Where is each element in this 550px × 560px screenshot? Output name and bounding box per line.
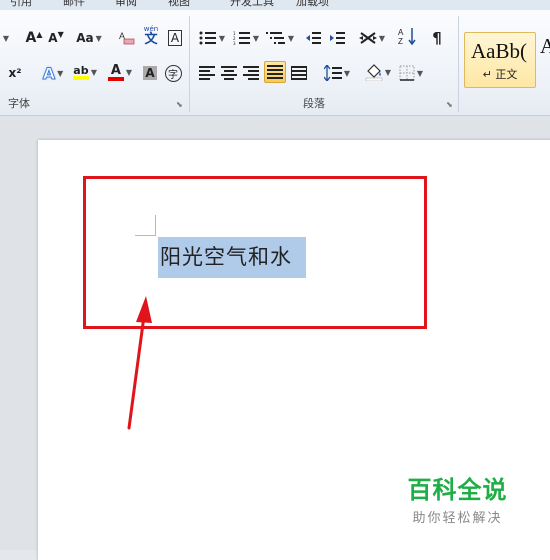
shading-button[interactable]: ▼ xyxy=(364,62,392,82)
watermark: 百科全说 助你轻松解决 xyxy=(405,470,510,526)
highlighter-icon: ab xyxy=(72,65,89,80)
clear-format-button[interactable]: A xyxy=(118,28,136,48)
numbering-button[interactable]: 1 2 3 ▼ xyxy=(232,28,260,48)
sort-button[interactable]: AZ xyxy=(396,26,418,46)
border-icon xyxy=(399,65,415,81)
text-effect-button[interactable]: A ▼ xyxy=(40,63,66,83)
char-shading-button[interactable]: A xyxy=(141,63,159,83)
show-marks-button[interactable]: ¶ xyxy=(428,28,446,48)
font-color-button[interactable]: A ▼ xyxy=(107,62,133,82)
font-group: ▼ A ▲ A ▼ Aa ▼ A wén 文 A x² A ▼ ab ▼ A ▼… xyxy=(0,10,189,115)
char-border-button[interactable]: A xyxy=(166,28,184,48)
grow-font-button[interactable]: A ▲ xyxy=(24,28,44,48)
watermark-title: 百科全说 xyxy=(407,476,508,504)
font-color-icon: A xyxy=(107,64,124,81)
ribbon: ▼ A ▲ A ▼ Aa ▼ A wén 文 A x² A ▼ ab ▼ A ▼… xyxy=(0,10,550,116)
group-divider xyxy=(458,16,459,112)
paragraph-group: ▼ 1 2 3 ▼ ▼ ▼ AZ ¶ ▼ ▼ ▼ 段落 ⬊ xyxy=(190,10,458,115)
paragraph-group-label: 段落 xyxy=(303,97,325,110)
tab-references[interactable]: 引用 xyxy=(10,0,32,9)
text-effect-icon: A xyxy=(42,63,56,83)
justify-icon xyxy=(267,65,283,79)
char-shading-icon: A xyxy=(143,66,157,80)
tab-view[interactable]: 视图 xyxy=(168,0,190,9)
pinyin-char: 文 xyxy=(144,32,158,47)
superscript-icon: x² xyxy=(8,66,22,80)
chevron-down-icon: ▼ xyxy=(2,33,10,43)
decrease-indent-button[interactable] xyxy=(303,28,323,48)
tab-review[interactable]: 审阅 xyxy=(115,0,137,9)
superscript-button[interactable]: x² xyxy=(6,63,24,83)
font-group-label: 字体 xyxy=(8,97,30,110)
annotation-highlight-box xyxy=(83,176,427,329)
paint-bucket-icon xyxy=(365,64,383,81)
align-center-button[interactable] xyxy=(220,63,238,83)
shrink-font-button[interactable]: A ▼ xyxy=(47,28,65,48)
style-sample-text: AaBb( xyxy=(471,39,527,63)
decrease-indent-icon xyxy=(306,32,321,44)
enclose-char-button[interactable]: 字 xyxy=(163,63,183,83)
increase-indent-icon xyxy=(330,32,345,44)
watermark-subtitle: 助你轻松解决 xyxy=(412,511,503,526)
line-spacing-button[interactable]: ▼ xyxy=(323,63,351,83)
tab-developer[interactable]: 开发工具 xyxy=(230,0,274,9)
borders-button[interactable]: ▼ xyxy=(397,63,425,83)
sort-icon: AZ xyxy=(398,28,416,46)
style-normal-tile[interactable]: AaBb( ↵ 正文 xyxy=(464,32,536,88)
char-border-icon: A xyxy=(167,30,183,46)
style-name-label: ↵ 正文 xyxy=(482,68,518,81)
tab-addins[interactable]: 加载项 xyxy=(296,0,329,9)
chinese-layout-button[interactable]: ▼ xyxy=(358,28,386,48)
chinese-layout-icon xyxy=(358,32,377,44)
paragraph-dialog-launcher-icon[interactable]: ⬊ xyxy=(446,101,454,109)
svg-text:Z: Z xyxy=(398,37,403,46)
align-left-icon xyxy=(199,66,215,80)
change-case-button[interactable]: Aa ▼ xyxy=(76,28,102,48)
bullets-button[interactable]: ▼ xyxy=(198,28,226,48)
enclose-char-icon: 字 xyxy=(164,64,182,82)
ribbon-tab-strip: 引用 邮件 审阅 视图 开发工具 加载项 xyxy=(0,0,550,10)
clear-format-icon: A xyxy=(119,31,135,45)
align-center-icon xyxy=(221,66,237,80)
style-next-tile[interactable]: A xyxy=(540,34,550,59)
distributed-icon xyxy=(291,66,307,80)
align-left-button[interactable] xyxy=(198,63,216,83)
multilevel-list-icon xyxy=(265,32,285,44)
align-right-icon xyxy=(243,66,259,80)
numbered-list-icon: 123 xyxy=(233,31,250,45)
change-case-icon: Aa xyxy=(76,31,94,45)
tab-mailings[interactable]: 邮件 xyxy=(63,0,85,9)
increase-indent-button[interactable] xyxy=(327,28,347,48)
font-dialog-launcher-icon[interactable]: ⬊ xyxy=(176,101,184,109)
grow-font-icon: A xyxy=(25,30,37,46)
svg-text:3: 3 xyxy=(233,41,236,45)
font-size-dropdown[interactable]: ▼ xyxy=(0,28,10,48)
justify-button[interactable] xyxy=(264,61,286,83)
highlight-color-button[interactable]: ab ▼ xyxy=(72,62,98,82)
svg-text:A: A xyxy=(398,28,404,37)
multilevel-list-button[interactable]: ▼ xyxy=(265,28,295,48)
shrink-font-icon: A xyxy=(48,31,58,45)
pilcrow-icon: ¶ xyxy=(432,29,442,47)
align-right-button[interactable] xyxy=(242,63,260,83)
distributed-button[interactable] xyxy=(290,63,308,83)
pinyin-guide-button[interactable]: wén 文 xyxy=(140,26,162,47)
line-spacing-icon xyxy=(323,65,342,81)
bullet-list-icon xyxy=(199,31,216,45)
